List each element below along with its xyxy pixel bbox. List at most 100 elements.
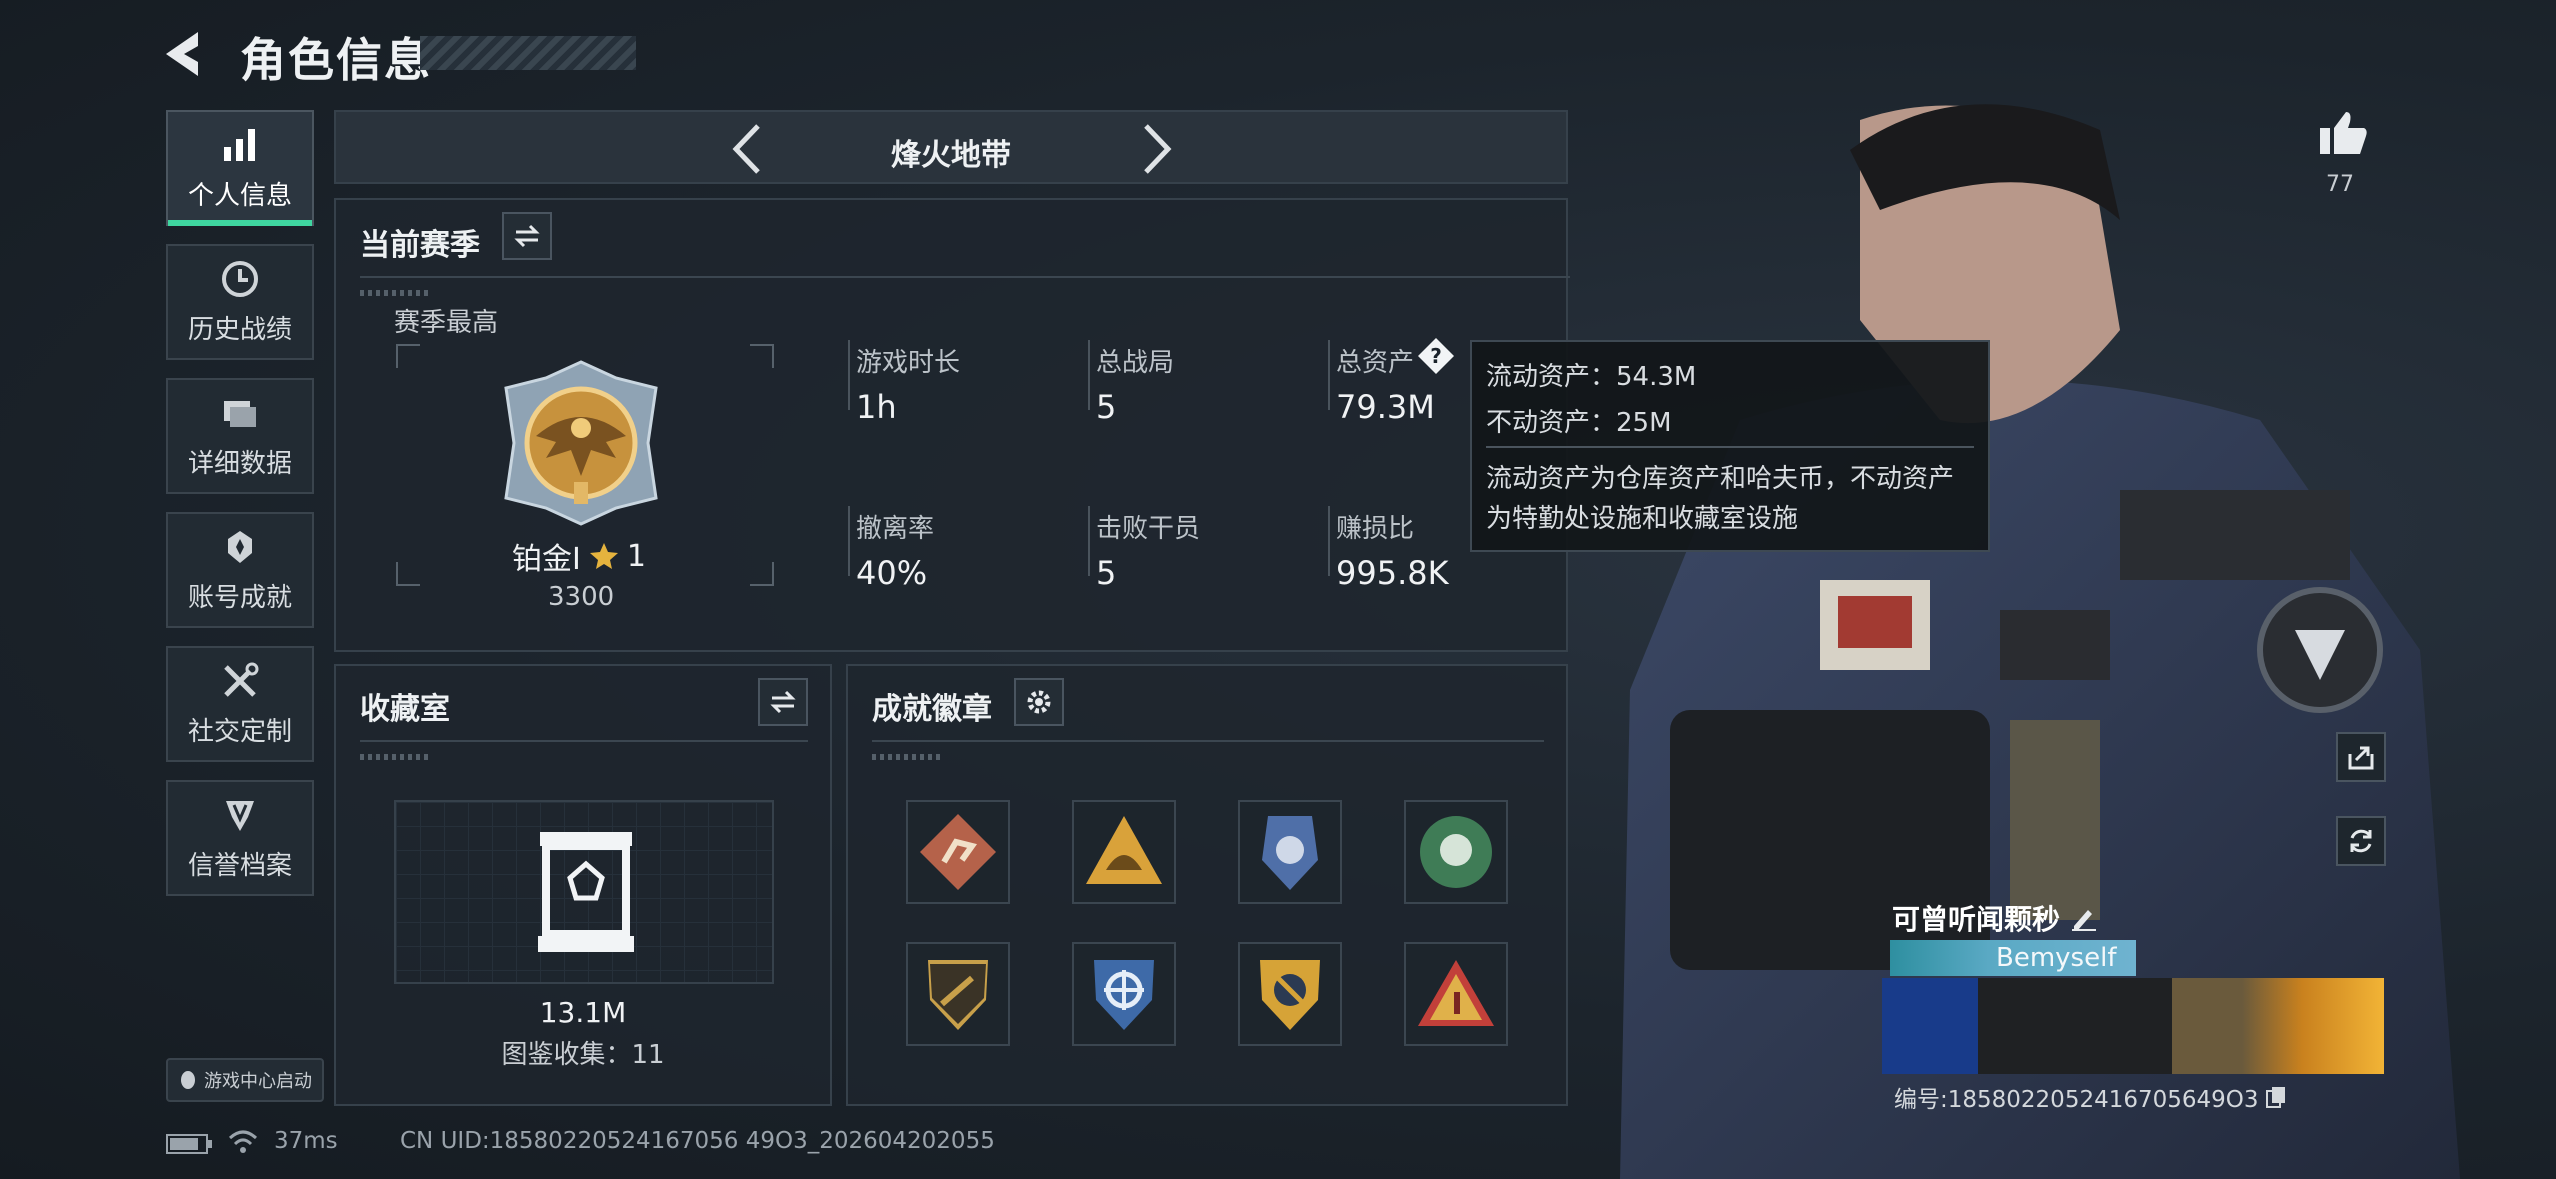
runner-badge-icon xyxy=(920,814,996,890)
frame-corner xyxy=(396,344,420,368)
title-decoration xyxy=(420,36,636,70)
divider xyxy=(360,740,808,742)
profile-banner[interactable] xyxy=(1882,978,2384,1074)
stat-separator xyxy=(1088,340,1090,410)
sidebar-item-social-custom[interactable]: 社交定制 xyxy=(166,646,314,762)
frame-corner xyxy=(750,562,774,586)
copy-icon[interactable] xyxy=(2265,1085,2287,1109)
frame-corner xyxy=(396,562,420,586)
display-case-icon xyxy=(538,832,634,952)
sidebar-item-label: 信誉档案 xyxy=(187,850,292,881)
tooltip-liquid-assets: 流动资产：54.3M xyxy=(1486,362,1697,392)
clock-icon xyxy=(222,260,258,297)
helmet-badge-icon xyxy=(1086,816,1162,884)
police-badge-icon xyxy=(1262,816,1318,890)
ping-text: 37ms xyxy=(274,1128,338,1154)
stat-label: 总资产 xyxy=(1336,348,1415,378)
sidebar-item-credit-record[interactable]: 信誉档案 xyxy=(166,780,314,896)
share-icon xyxy=(2348,746,2374,770)
crosshair-shield-badge-icon xyxy=(1094,960,1154,1030)
back-arrow-icon[interactable] xyxy=(160,28,216,80)
achievement-badge[interactable] xyxy=(1072,942,1176,1046)
rank-score: 3300 xyxy=(548,582,615,612)
stat-separator xyxy=(1088,506,1090,576)
divider-dots xyxy=(360,290,430,296)
triangle-badge-icon xyxy=(1418,960,1494,1026)
achievement-badge[interactable] xyxy=(906,800,1010,904)
stat-separator xyxy=(848,340,850,410)
achievement-badge[interactable] xyxy=(1072,800,1176,904)
collection-value: 13.1M xyxy=(539,996,627,1029)
plate-name: Bemyself xyxy=(1996,943,2117,973)
game-center-launch-button[interactable]: 游戏中心启动 xyxy=(166,1058,324,1102)
stat-separator xyxy=(1328,340,1330,410)
collection-switch-button[interactable] xyxy=(758,678,808,726)
divider-dots xyxy=(360,754,430,760)
stat-label: 撤离率 xyxy=(856,514,935,544)
sidebar-item-detailed-data[interactable]: 详细数据 xyxy=(166,378,314,494)
player-uid: 编号:1858022052416705649O3 xyxy=(1894,1080,2287,1114)
page-title: 角色信息 xyxy=(240,33,432,87)
rank-stars: 1 xyxy=(626,538,646,574)
player-name-text: 可曾听闻颗秒 xyxy=(1892,903,2061,936)
stat-value: 1h xyxy=(856,388,897,426)
sidebar-item-personal-info[interactable]: 个人信息 xyxy=(166,110,314,226)
achievement-badge[interactable] xyxy=(1404,942,1508,1046)
season-title: 当前赛季 xyxy=(360,228,480,263)
shield-badge-icon xyxy=(226,800,254,831)
svg-text:?: ? xyxy=(1430,344,1442,368)
refresh-button[interactable] xyxy=(2336,816,2386,866)
asset-tooltip: 流动资产：54.3M 不动资产：25M 流动资产为仓库资产和哈夫币，不动资产 为… xyxy=(1470,340,1990,552)
stat-value: 995.8K xyxy=(1336,554,1449,592)
chevron-right-icon[interactable] xyxy=(1136,122,1176,176)
achievements-title: 成就徽章 xyxy=(872,692,992,727)
sidebar-item-label: 个人信息 xyxy=(187,180,292,211)
trophy-icon xyxy=(228,530,252,563)
share-button[interactable] xyxy=(2336,732,2386,782)
collection-preview[interactable] xyxy=(394,800,774,984)
platinum-rank-emblem-icon xyxy=(504,360,658,526)
achievement-badge[interactable] xyxy=(1238,942,1342,1046)
stat-value: 79.3M xyxy=(1336,388,1435,426)
name-plate: Bemyself xyxy=(1890,940,2136,976)
sidebar-item-label: 社交定制 xyxy=(187,716,292,747)
divider xyxy=(872,740,1544,742)
stat-label: 游戏时长 xyxy=(856,348,961,378)
launch-label: 游戏中心启动 xyxy=(204,1071,312,1092)
bar-chart-icon xyxy=(224,128,255,161)
tooltip-desc-line1: 流动资产为仓库资产和哈夫币，不动资产 xyxy=(1486,464,1955,494)
achievement-badge[interactable] xyxy=(1238,800,1342,904)
stat-value: 5 xyxy=(1096,388,1117,426)
season-switch-button[interactable] xyxy=(502,212,552,260)
refresh-icon xyxy=(2350,829,2372,853)
likes-count: 77 xyxy=(2326,172,2354,197)
collection-title: 收藏室 xyxy=(360,692,450,727)
battery-icon xyxy=(166,1134,212,1154)
tooltip-divider xyxy=(1486,446,1974,448)
season-best-label: 赛季最高 xyxy=(394,308,499,338)
sidebar-item-label: 账号成就 xyxy=(187,582,292,613)
achievement-badge[interactable] xyxy=(906,942,1010,1046)
season-panel: 当前赛季 赛季最高 铂金I 1 3300 游戏时长 1h 总战局 5 总资产 7… xyxy=(334,198,1570,652)
tools-icon xyxy=(224,662,259,697)
sidebar-item-achievements[interactable]: 账号成就 xyxy=(166,512,314,628)
sidebar-item-label: 详细数据 xyxy=(187,448,292,479)
edit-icon[interactable] xyxy=(2070,904,2098,932)
achievement-settings-button[interactable] xyxy=(1014,678,1064,726)
catalog-count: 图鉴收集：11 xyxy=(501,1040,665,1070)
divider xyxy=(360,276,1570,278)
stat-label: 赚损比 xyxy=(1336,514,1415,544)
star-icon xyxy=(589,543,618,569)
help-icon[interactable]: ? xyxy=(1416,336,1456,376)
uid-status-text: CN UID:18580220524167056 49O3_2026042020… xyxy=(400,1128,995,1154)
rank-line: 铂金I 1 xyxy=(512,534,646,578)
wifi-icon xyxy=(228,1130,258,1153)
rifle-shield-badge-icon xyxy=(928,960,988,1030)
player-uid-text: 编号:1858022052416705649O3 xyxy=(1894,1087,2259,1113)
achievement-badge[interactable] xyxy=(1404,800,1508,904)
thumbs-up-icon[interactable] xyxy=(2318,108,2368,158)
rose-badge-icon xyxy=(1420,816,1492,888)
sidebar-item-history[interactable]: 历史战绩 xyxy=(166,244,314,360)
mode-title: 烽火地带 xyxy=(891,138,1011,173)
stat-value: 40% xyxy=(856,554,928,592)
